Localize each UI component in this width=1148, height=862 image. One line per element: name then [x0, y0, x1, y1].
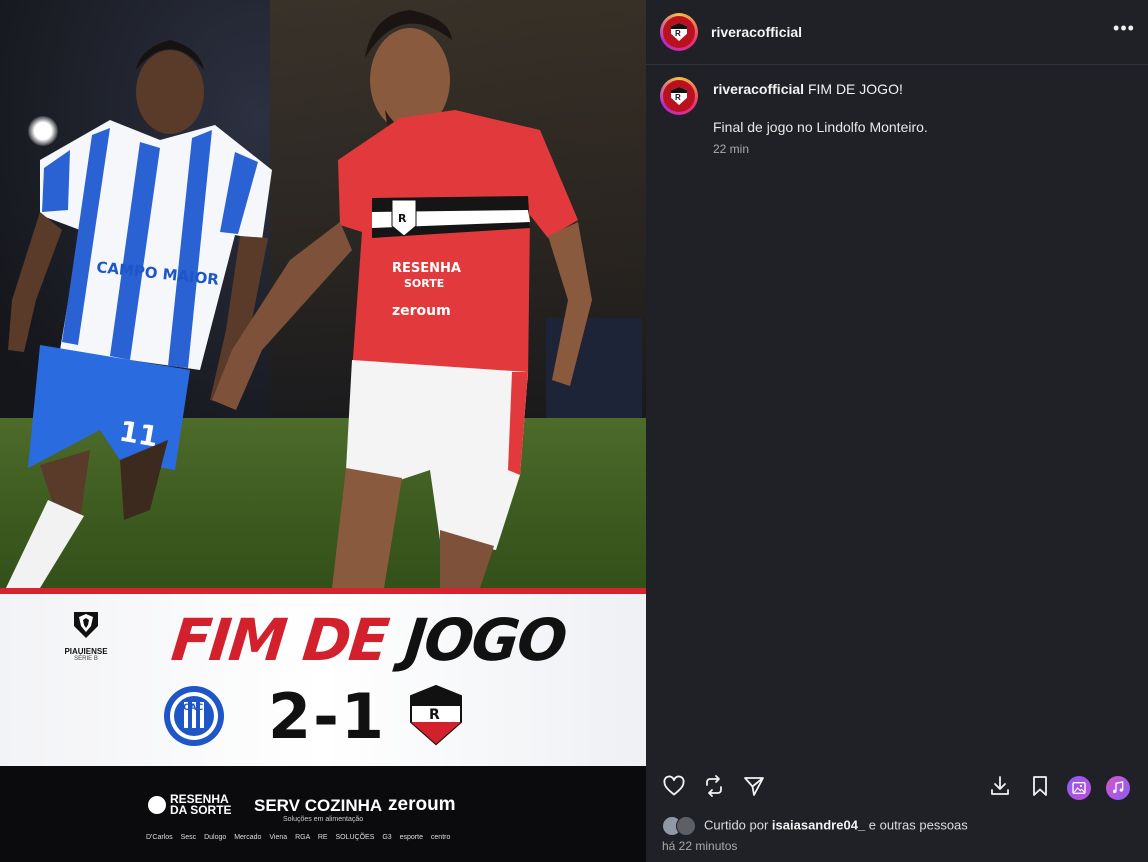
- home-badge-letters: CAC: [183, 703, 204, 713]
- avatar[interactable]: R: [660, 13, 698, 51]
- away-shirt-text-3: zeroum: [392, 303, 451, 319]
- image-icon: [1072, 782, 1086, 794]
- headline-black: JOGO: [401, 606, 569, 674]
- home-team-badge: CAC: [162, 684, 226, 753]
- sponsor-cozinha: SERV COZINHA: [254, 796, 383, 815]
- caption-time[interactable]: 22 min: [713, 142, 749, 156]
- repost-button[interactable]: [702, 774, 730, 802]
- header-username[interactable]: riveracofficial: [711, 24, 802, 40]
- liked-by-text: Curtido por isaiasandre04_ e outras pess…: [704, 817, 968, 833]
- league-name: PIAUIENSE: [64, 647, 108, 656]
- share-icon: [744, 777, 764, 796]
- caption-body: Final de jogo no Lindolfo Monteiro.: [713, 119, 928, 135]
- away-shirt-text-2: SORTE: [404, 277, 444, 290]
- away-badge-letter: R: [429, 707, 440, 723]
- caption-title: FIM DE JOGO!: [807, 81, 903, 97]
- headline: FIM DE JOGO: [168, 600, 569, 680]
- download-icon: [991, 776, 1009, 795]
- sponsors-bar: RESENHA DA SORTE SERV COZINHA Soluções em…: [0, 766, 646, 862]
- sponsor-resenha: RESENHA DA SORTE: [148, 793, 232, 817]
- music-icon: [1113, 781, 1124, 793]
- view-image-button[interactable]: [1067, 776, 1091, 800]
- audio-button[interactable]: [1106, 776, 1130, 800]
- sponsor-1-line2: DA SORTE: [170, 803, 232, 817]
- match-photo: CAMPO MAIOR 11 R RESENHA SORTE zeroum: [0, 0, 646, 588]
- bookmark-icon: [1033, 776, 1047, 796]
- liked-by-user[interactable]: isaiasandre04_: [772, 817, 865, 832]
- league-division: SÉRIE B: [74, 656, 98, 662]
- more-icon: •••: [1113, 18, 1135, 38]
- resenha-logo-icon: [148, 796, 166, 814]
- caption-line: riveracofficial FIM DE JOGO!: [713, 81, 903, 97]
- sponsor-zeroum: zeroum: [388, 794, 456, 815]
- sponsor-cozinha-tagline: Soluções em alimentação: [283, 816, 364, 823]
- post-media[interactable]: CAMPO MAIOR 11 R RESENHA SORTE zeroum PI…: [0, 0, 646, 862]
- small-sponsors: D'Carlos Sesc Dulogo Mercado Viena RGA R…: [146, 834, 451, 841]
- league-logo: PIAUIENSE SÉRIE B: [58, 610, 114, 662]
- post-header: R riveracofficial •••: [646, 0, 1148, 65]
- headline-red: FIM DE: [168, 606, 391, 674]
- repost-icon: [706, 775, 722, 797]
- like-button[interactable]: [662, 774, 690, 802]
- liker-avatar: [676, 816, 696, 836]
- score: 2-1: [268, 680, 387, 753]
- more-options-button[interactable]: •••: [1111, 18, 1137, 44]
- save-button[interactable]: [1028, 774, 1056, 802]
- post-sidebar: R riveracofficial ••• R riveracofficial …: [646, 0, 1148, 862]
- action-bar: [646, 768, 1148, 808]
- download-button[interactable]: [988, 774, 1016, 802]
- post-age: há 22 minutos: [662, 839, 738, 853]
- share-button[interactable]: [742, 774, 770, 802]
- away-shirt-text-1: RESENHA: [392, 261, 461, 276]
- caption-username[interactable]: riveracofficial: [713, 81, 804, 97]
- liked-by[interactable]: Curtido por isaiasandre04_ e outras pess…: [662, 816, 968, 836]
- heart-icon: [663, 775, 685, 796]
- away-crest-letter: R: [398, 212, 407, 225]
- away-team-badge: R: [409, 684, 463, 751]
- caption-avatar[interactable]: R: [660, 77, 698, 115]
- league-emblem: [74, 612, 98, 638]
